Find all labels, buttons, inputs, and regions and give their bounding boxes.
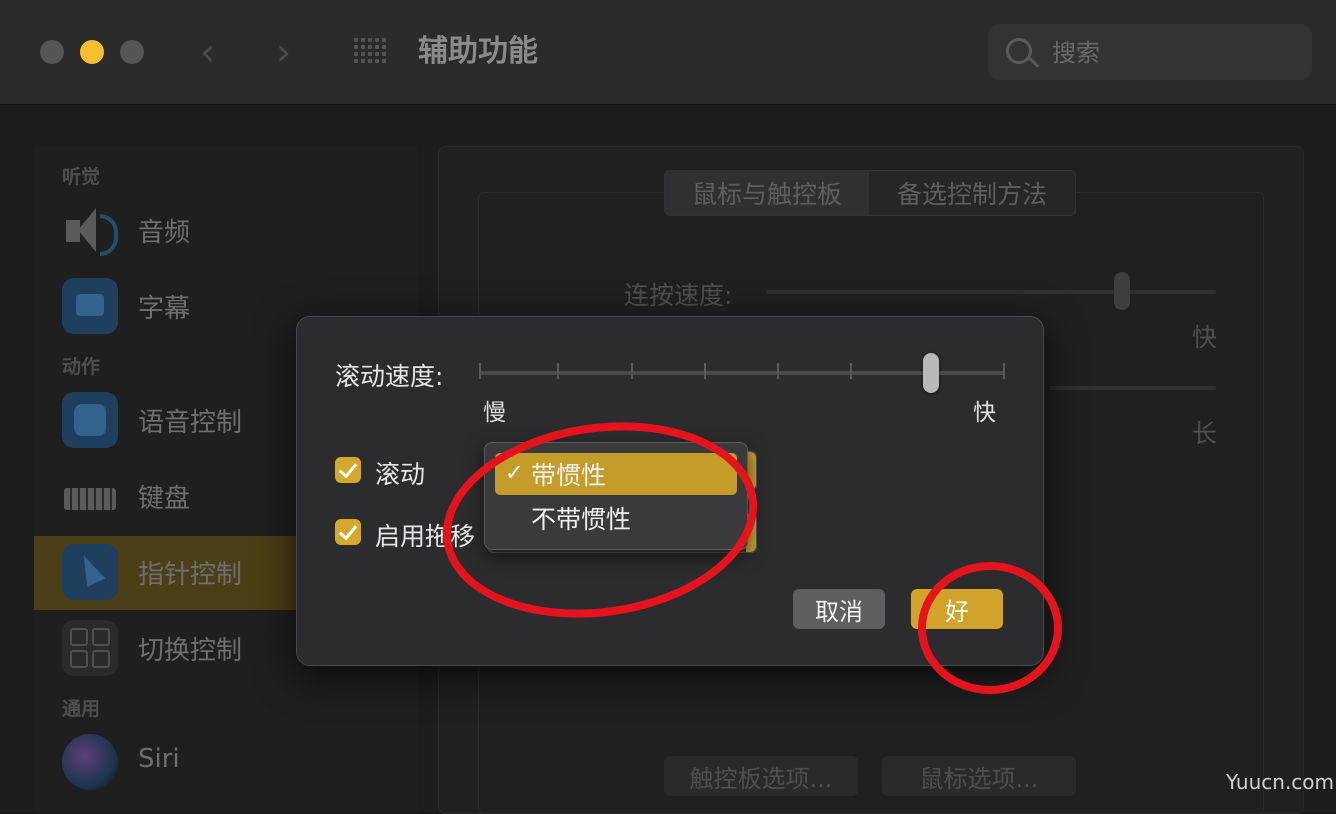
- pointer-icon: [62, 544, 118, 600]
- title-bar: ‹ › 辅助功能: [0, 0, 1336, 105]
- show-all-grid-icon[interactable]: [354, 38, 388, 66]
- preferences-window: ‹ › 辅助功能 听觉 音频 字幕 动作 语音控制: [0, 0, 1336, 814]
- scroll-speed-slow-label: 慢: [483, 400, 506, 426]
- slider-tick: [479, 363, 481, 379]
- cancel-button[interactable]: 取消: [793, 589, 885, 629]
- scroll-speed-label: 滚动速度:: [335, 362, 444, 391]
- sidebar-item-label: 键盘: [138, 484, 191, 514]
- search-box[interactable]: [988, 24, 1312, 80]
- sidebar-section-hearing: 听觉: [62, 166, 101, 188]
- back-arrow-icon[interactable]: ‹: [200, 30, 215, 74]
- slider-tick: [557, 363, 559, 379]
- scroll-speed-knob[interactable]: [923, 353, 940, 393]
- slider-tick: [1003, 363, 1005, 379]
- scroll-speed-fast-label: 快: [973, 400, 996, 426]
- slider-tick: [631, 363, 633, 379]
- keyboard-icon: [62, 468, 118, 524]
- sidebar-item-label: 指针控制: [138, 560, 243, 590]
- scroll-checkbox-label: 滚动: [375, 460, 426, 489]
- sidebar-section-general: 通用: [62, 698, 101, 720]
- sidebar-item-label: 切换控制: [138, 636, 243, 666]
- double-click-speed-slider[interactable]: [766, 290, 1216, 294]
- slider-tick: [704, 363, 706, 379]
- sidebar-item-label: 语音控制: [138, 408, 243, 438]
- sidebar-item-audio[interactable]: 音频: [34, 194, 418, 268]
- captions-icon: [62, 278, 118, 334]
- switch-control-icon: [62, 620, 118, 676]
- double-click-speed-label: 连按速度:: [624, 281, 733, 310]
- window-title: 辅助功能: [418, 34, 538, 69]
- close-window-button[interactable]: [40, 40, 64, 64]
- drag-checkbox[interactable]: [335, 519, 361, 545]
- search-icon: [1006, 38, 1032, 64]
- double-click-speed-knob[interactable]: [1114, 272, 1130, 310]
- voice-control-icon: [62, 392, 118, 448]
- tab-mouse-trackpad[interactable]: 鼠标与触控板: [664, 170, 870, 216]
- tab-alternate-control[interactable]: 备选控制方法: [868, 170, 1076, 216]
- sidebar-item-label: Siri: [138, 744, 180, 774]
- slider-tick: [777, 363, 779, 379]
- sidebar-item-siri[interactable]: Siri: [34, 726, 418, 800]
- slider-tick: [850, 363, 852, 379]
- search-input[interactable]: [1050, 34, 1294, 72]
- speaker-icon: [62, 202, 118, 258]
- scroll-checkbox[interactable]: [335, 457, 361, 483]
- minimize-window-button[interactable]: [80, 40, 104, 64]
- trackpad-options-button[interactable]: 触控板选项...: [664, 756, 858, 796]
- sidebar-section-motor: 动作: [62, 356, 101, 378]
- spring-loading-delay-slider[interactable]: [1050, 386, 1216, 390]
- sidebar-item-label: 音频: [138, 218, 191, 248]
- annotation-circle-ok: [918, 562, 1062, 694]
- spring-loading-long-label: 长: [1192, 419, 1218, 448]
- watermark: Yuucn.com: [1226, 770, 1335, 794]
- siri-icon: [62, 734, 118, 790]
- zoom-window-button[interactable]: [120, 40, 144, 64]
- mouse-options-button[interactable]: 鼠标选项...: [882, 756, 1076, 796]
- double-click-fast-label: 快: [1192, 323, 1218, 352]
- sidebar-item-label: 字幕: [138, 294, 191, 324]
- forward-arrow-icon[interactable]: ›: [276, 30, 291, 74]
